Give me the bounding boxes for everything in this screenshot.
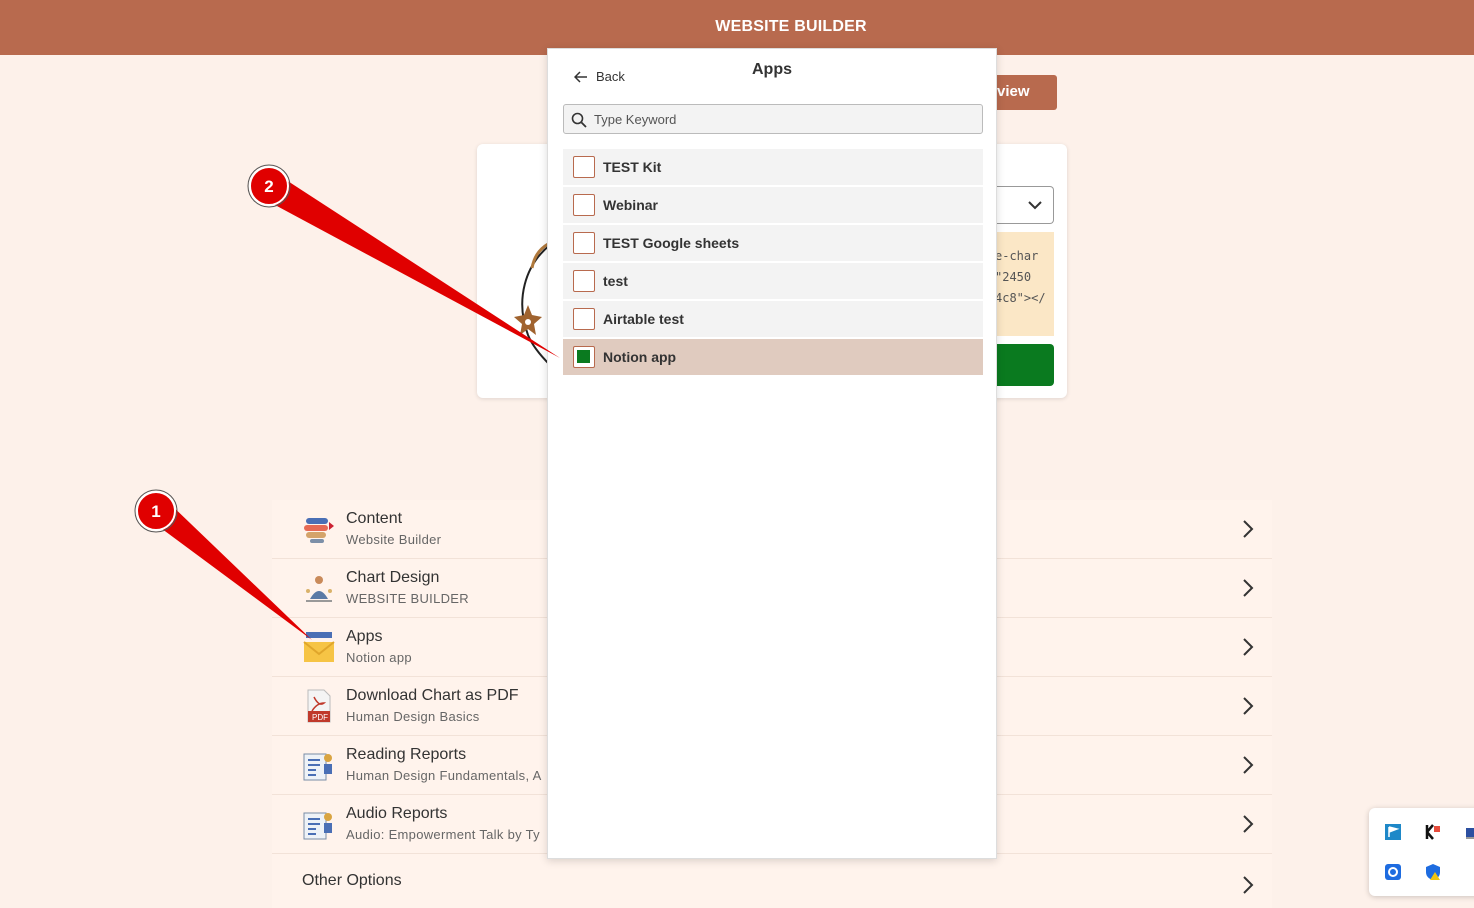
chevron-right-icon <box>1243 815 1254 833</box>
chart-design-icon <box>306 576 332 602</box>
chevron-right-icon <box>1243 756 1254 774</box>
list-item-subtitle: Human Design Fundamentals, A <box>346 768 542 783</box>
app-checkbox[interactable] <box>573 232 595 254</box>
apps-list: TEST Kit Webinar TEST Google sheets test… <box>563 149 983 377</box>
list-item-subtitle: Notion app <box>346 650 412 665</box>
code-line: "2450 <box>997 270 1032 284</box>
content-icon <box>304 518 334 543</box>
list-item-subtitle: Website Builder <box>346 532 442 547</box>
chevron-down-icon <box>1028 201 1042 210</box>
pdf-icon: PDF <box>307 689 331 723</box>
annotation-marker-1: 1 <box>151 502 160 521</box>
app-label: Airtable test <box>603 311 684 327</box>
app-label: TEST Google sheets <box>603 235 740 251</box>
app-checkbox[interactable] <box>573 346 595 368</box>
flag-app-icon[interactable] <box>1384 823 1402 841</box>
list-item-title: Download Chart as PDF <box>346 687 519 704</box>
chevron-right-icon <box>1243 520 1254 538</box>
envelope-icon <box>303 632 335 662</box>
list-item-subtitle: Audio: Empowerment Talk by Ty <box>346 827 540 842</box>
list-item-title: Chart Design <box>346 569 440 586</box>
apps-panel: Back Apps TEST Kit Webinar TEST Google s… <box>547 48 997 859</box>
list-item-title: Apps <box>346 628 383 645</box>
list-item-title: Content <box>346 510 403 527</box>
app-label: test <box>603 273 628 289</box>
page-title: WEBSITE BUILDER <box>715 18 867 35</box>
app-label: Notion app <box>603 349 677 365</box>
chevron-right-icon <box>1243 876 1254 894</box>
shield-warning-icon[interactable] <box>1424 863 1442 881</box>
other-options-label: Other Options <box>302 872 402 889</box>
app-checkbox[interactable] <box>573 156 595 178</box>
code-line: 4c8"></ <box>997 291 1046 305</box>
preview-button-label: view <box>997 83 1030 100</box>
svg-text:PDF: PDF <box>312 713 328 722</box>
app-checkbox[interactable] <box>573 270 595 292</box>
annotation-marker-2: 2 <box>264 177 273 196</box>
search-icon <box>571 112 587 128</box>
search-input[interactable] <box>594 105 974 133</box>
app-item-test[interactable]: test <box>563 263 983 299</box>
app-item-notion-app[interactable]: Notion app <box>563 339 983 375</box>
list-item-title: Reading Reports <box>346 746 467 763</box>
app-label: TEST Kit <box>603 159 662 175</box>
panel-title: Apps <box>752 61 792 78</box>
list-item-subtitle: Human Design Basics <box>346 709 480 724</box>
km-app-icon[interactable] <box>1424 823 1442 841</box>
system-tray-popup <box>1369 808 1474 896</box>
list-item-title: Audio Reports <box>346 805 448 822</box>
chart-select[interactable] <box>997 186 1054 224</box>
list-item-other-options[interactable]: Other Options <box>272 854 1272 908</box>
app-label: Webinar <box>603 197 658 213</box>
checkbox-fill <box>577 350 590 363</box>
app-item-webinar[interactable]: Webinar <box>563 187 983 223</box>
chevron-right-icon <box>1243 638 1254 656</box>
search-box <box>563 104 983 134</box>
app-checkbox[interactable] <box>573 194 595 216</box>
embed-code-box: e-char "2450 4c8"></ <box>997 232 1054 336</box>
app-item-test-google-sheets[interactable]: TEST Google sheets <box>563 225 983 261</box>
app-checkbox[interactable] <box>573 308 595 330</box>
gear-app-icon[interactable] <box>1384 863 1402 881</box>
report-icon <box>303 753 332 781</box>
list-item-subtitle: WEBSITE BUILDER <box>346 591 469 606</box>
chevron-right-icon <box>1243 579 1254 597</box>
code-line: e-char <box>997 249 1039 263</box>
report-icon <box>303 812 332 840</box>
top-bar: WEBSITE BUILDER <box>0 0 1474 55</box>
chevron-right-icon <box>1243 697 1254 715</box>
app-item-test-kit[interactable]: TEST Kit <box>563 149 983 185</box>
monitor-app-icon[interactable] <box>1464 823 1474 841</box>
app-item-airtable-test[interactable]: Airtable test <box>563 301 983 337</box>
copy-code-button[interactable] <box>997 344 1054 386</box>
